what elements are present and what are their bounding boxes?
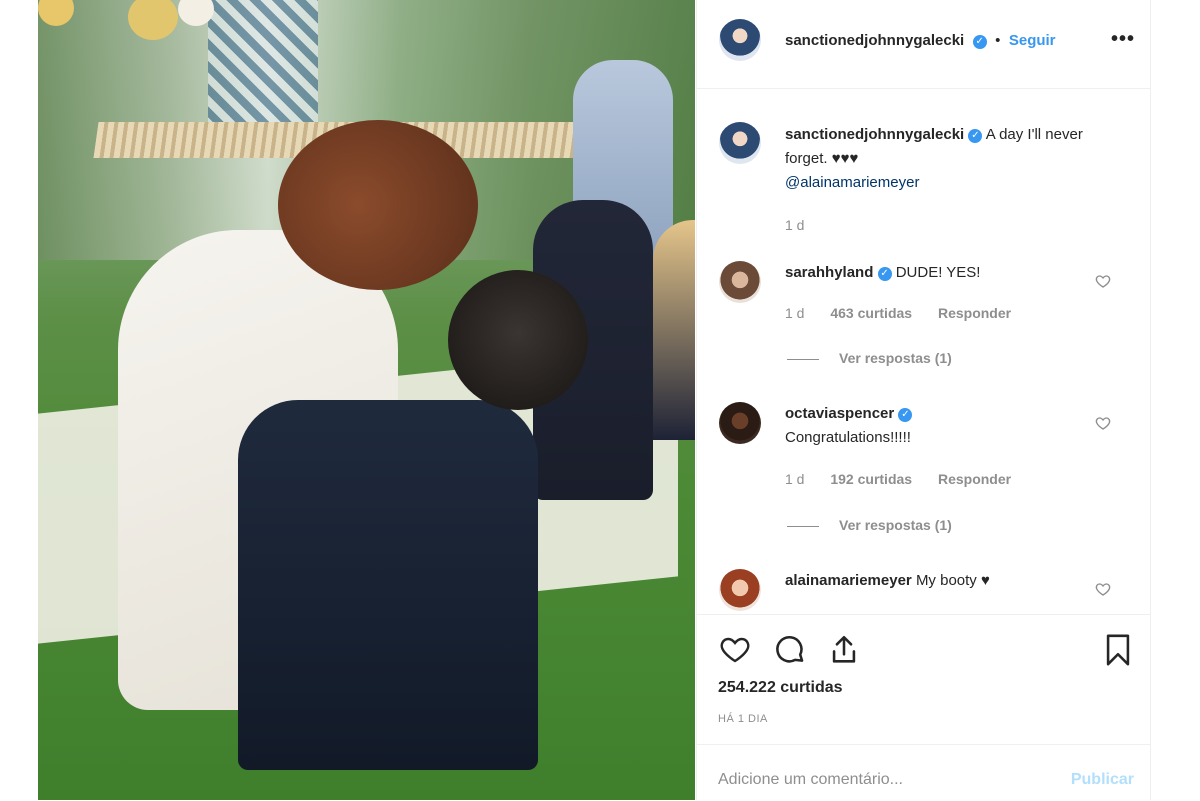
- reply-button[interactable]: Responder: [938, 305, 1011, 321]
- caption-username[interactable]: sanctionedjohnnygalecki: [785, 126, 964, 143]
- photo-person: [653, 220, 695, 440]
- comment-meta: 1 d 192 curtidas Responder: [785, 471, 1033, 487]
- verified-badge-icon: ✓: [972, 35, 987, 49]
- comment-username[interactable]: octaviaspencer: [785, 405, 894, 422]
- avatar[interactable]: [719, 261, 761, 303]
- comment-like-heart-icon[interactable]: [1095, 273, 1111, 289]
- post-actions: 254.222 curtidas HÁ 1 DIA: [697, 614, 1150, 745]
- comment-likes[interactable]: 192 curtidas: [830, 471, 912, 487]
- verified-badge-icon: ✓: [968, 129, 983, 143]
- caption-text: sanctionedjohnnygalecki ✓ A day I'll nev…: [785, 123, 1105, 195]
- avatar[interactable]: [719, 402, 761, 444]
- view-replies-label[interactable]: Ver respostas (1): [839, 517, 952, 533]
- photo-man-head: [448, 270, 588, 410]
- photo-hair: [278, 120, 478, 290]
- comment-username[interactable]: alainamariemeyer: [785, 572, 912, 589]
- view-replies[interactable]: Ver respostas (1): [787, 350, 952, 366]
- reply-button[interactable]: Responder: [938, 471, 1011, 487]
- follow-button[interactable]: Seguir: [1009, 32, 1056, 49]
- verified-badge-icon: ✓: [877, 267, 892, 281]
- caption-mention[interactable]: @alainamariemeyer: [785, 174, 919, 191]
- comment-likes[interactable]: 463 curtidas: [830, 305, 912, 321]
- comment-input[interactable]: Adicione um comentário...: [718, 771, 903, 789]
- comment-like-heart-icon[interactable]: [1095, 581, 1111, 597]
- bookmark-icon[interactable]: [1103, 633, 1133, 667]
- avatar[interactable]: [719, 569, 761, 611]
- verified-badge-icon: ✓: [898, 408, 913, 422]
- photo-tile-wall: [208, 0, 318, 140]
- photo-man: [238, 400, 538, 770]
- comment-username[interactable]: sarahhyland: [785, 264, 873, 281]
- comments-list[interactable]: sanctionedjohnnygalecki ✓ A day I'll nev…: [697, 89, 1150, 613]
- comment-text: sarahhyland ✓ DUDE! YES!: [785, 261, 1105, 285]
- comment-text: alainamariemeyer My booty ♥: [785, 569, 1105, 593]
- comment-like-heart-icon[interactable]: [1095, 415, 1111, 431]
- post-side-panel: sanctionedjohnnygalecki ✓ • Seguir ••• s…: [696, 0, 1151, 800]
- post-header: sanctionedjohnnygalecki ✓ • Seguir •••: [697, 0, 1150, 89]
- more-options-icon[interactable]: •••: [1111, 28, 1135, 51]
- post-timestamp[interactable]: HÁ 1 DIA: [718, 713, 768, 725]
- header-username[interactable]: sanctionedjohnnygalecki: [785, 32, 964, 49]
- avatar[interactable]: [719, 122, 761, 164]
- comment-time[interactable]: 1 d: [785, 471, 804, 487]
- caption-time[interactable]: 1 d: [785, 217, 804, 233]
- add-comment-bar: Adicione um comentário... Publicar: [697, 744, 1150, 801]
- comment-icon[interactable]: [773, 633, 807, 667]
- replies-divider: [787, 525, 819, 527]
- comment-time[interactable]: 1 d: [785, 305, 804, 321]
- comment-body: My booty ♥: [915, 572, 990, 589]
- avatar[interactable]: [719, 19, 761, 61]
- share-icon[interactable]: [827, 633, 861, 667]
- post-photo[interactable]: [38, 0, 695, 800]
- likes-count[interactable]: 254.222 curtidas: [718, 679, 843, 697]
- comment-meta: 1 d 463 curtidas Responder: [785, 305, 1033, 321]
- comment-body: DUDE! YES!: [895, 264, 981, 281]
- view-replies[interactable]: Ver respostas (1): [787, 517, 952, 533]
- comment-text: octaviaspencer ✓ Congratulations!!!!!: [785, 402, 1105, 450]
- view-replies-label[interactable]: Ver respostas (1): [839, 350, 952, 366]
- publish-button[interactable]: Publicar: [1071, 771, 1134, 789]
- replies-divider: [787, 358, 819, 360]
- comment-body: Congratulations!!!!!: [785, 429, 911, 446]
- header-separator: •: [995, 32, 1001, 49]
- heart-icon[interactable]: [718, 633, 752, 665]
